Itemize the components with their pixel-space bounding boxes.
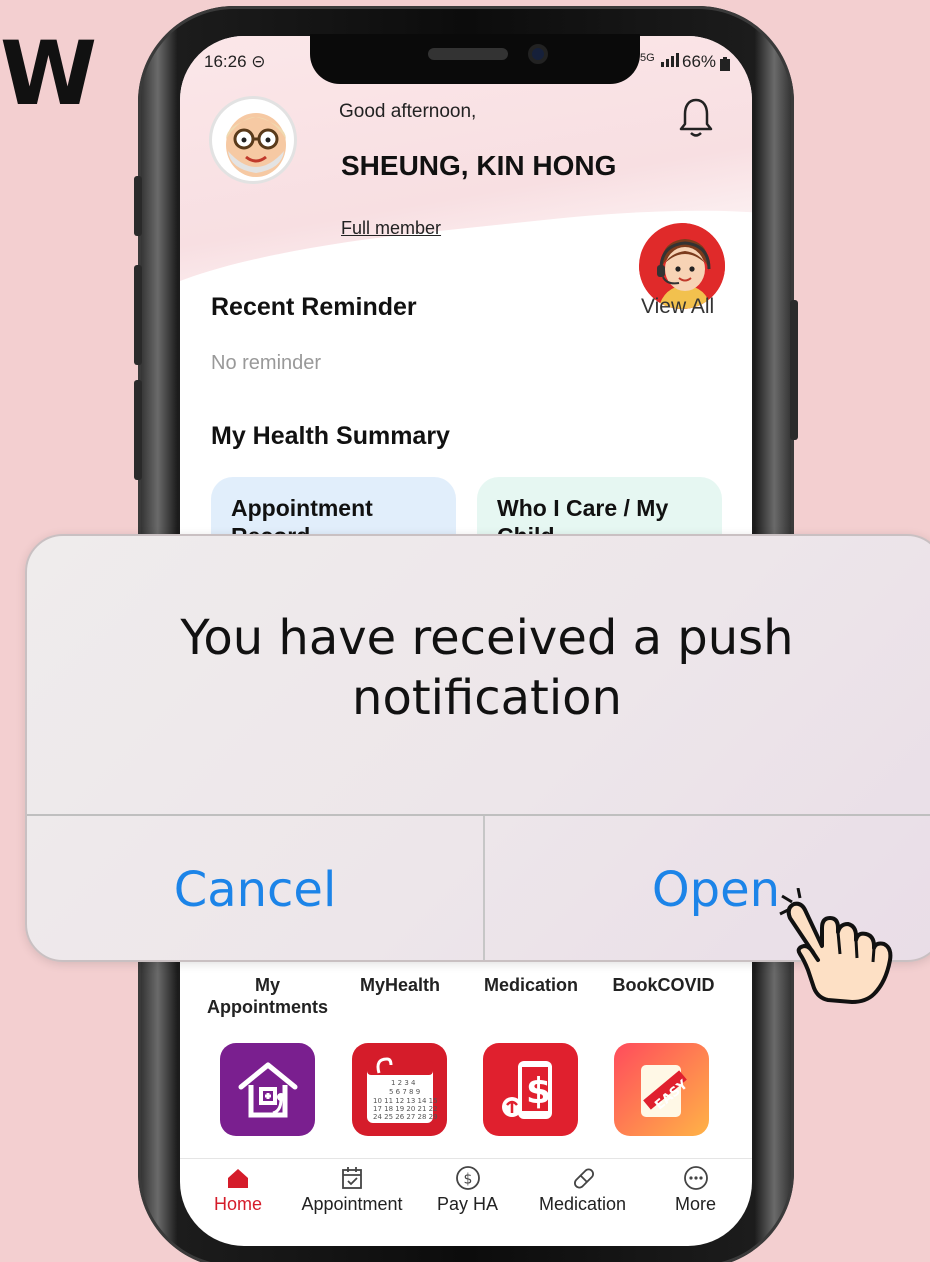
battery-level: 66% [682, 52, 717, 71]
bookcovid-app-icon[interactable]: EASY [614, 1043, 709, 1136]
tap-hand-icon [778, 887, 908, 1008]
tab-label: Pay HA [436, 1194, 499, 1214]
tab-medication[interactable]: Medication [530, 1164, 635, 1215]
membership-link[interactable]: Full member [341, 218, 441, 239]
recent-reminder-heading: Recent Reminder [211, 293, 417, 321]
user-name: SHEUNG, KIN HONG [341, 150, 617, 181]
service-label-medication: Medication [483, 975, 578, 995]
status-time: 16:26 ⊝ [204, 52, 266, 71]
no-reminder-text: No reminder [211, 352, 322, 374]
greeting-text: Good afternoon, [339, 101, 477, 122]
service-label-appointments: My Appointments [207, 975, 328, 1017]
notification-bell-icon[interactable] [678, 96, 714, 140]
service-label-myhealth: MyHealth [359, 975, 440, 995]
svg-text:10 11 12 13 14 15 16: 10 11 12 13 14 15 16 [373, 1097, 439, 1105]
svg-text:$: $ [463, 1172, 472, 1188]
tab-label: Appointment [301, 1194, 403, 1214]
health-summary-heading: My Health Summary [211, 422, 450, 450]
service-label-bookcovid: BookCOVID [612, 975, 715, 995]
tab-more[interactable]: More [668, 1164, 723, 1215]
silent-switch [134, 176, 142, 236]
power-button [790, 300, 798, 440]
dialog-message: You have received a push notification [180, 610, 794, 726]
svg-text:5 6 7 8 9: 5 6 7 8 9 [389, 1088, 420, 1096]
tab-label: Medication [538, 1194, 627, 1214]
pill-icon [530, 1164, 635, 1194]
myhealth-app-icon[interactable]: 1 2 3 45 6 7 8 910 11 12 13 14 15 1617 1… [352, 1043, 447, 1136]
home-icon [208, 1164, 268, 1194]
svg-text:17 18 19 20 21 22 23: 17 18 19 20 21 22 23 [373, 1105, 439, 1113]
tab-home[interactable]: Home [208, 1164, 268, 1215]
svg-text:24 25 26 27 28 29 30: 24 25 26 27 28 29 30 [373, 1113, 439, 1121]
more-icon [668, 1164, 723, 1194]
cropped-heading: W [0, 22, 97, 125]
cancel-button[interactable]: Cancel [27, 816, 483, 960]
svg-text:1 2 3 4: 1 2 3 4 [391, 1079, 416, 1087]
network-indicator: 5G [640, 52, 655, 64]
view-all-link[interactable]: View All [641, 295, 714, 319]
volume-down-button [134, 380, 142, 480]
tab-bar-divider [180, 1158, 752, 1159]
battery-icon [718, 56, 732, 76]
phone-notch [310, 34, 640, 84]
my-appointments-app-icon[interactable] [220, 1043, 315, 1136]
tab-pay-ha[interactable]: $ Pay HA [430, 1164, 505, 1215]
tab-label: More [674, 1194, 716, 1214]
volume-up-button [134, 265, 142, 365]
calendar-icon [292, 1164, 412, 1194]
medication-app-icon[interactable]: $ [483, 1043, 578, 1136]
svg-text:$: $ [526, 1071, 551, 1112]
signal-icon [660, 52, 680, 73]
dollar-circle-icon: $ [430, 1164, 505, 1194]
tab-label: Home [213, 1194, 262, 1214]
user-avatar[interactable] [209, 96, 297, 184]
tab-appointment[interactable]: Appointment [292, 1164, 412, 1215]
